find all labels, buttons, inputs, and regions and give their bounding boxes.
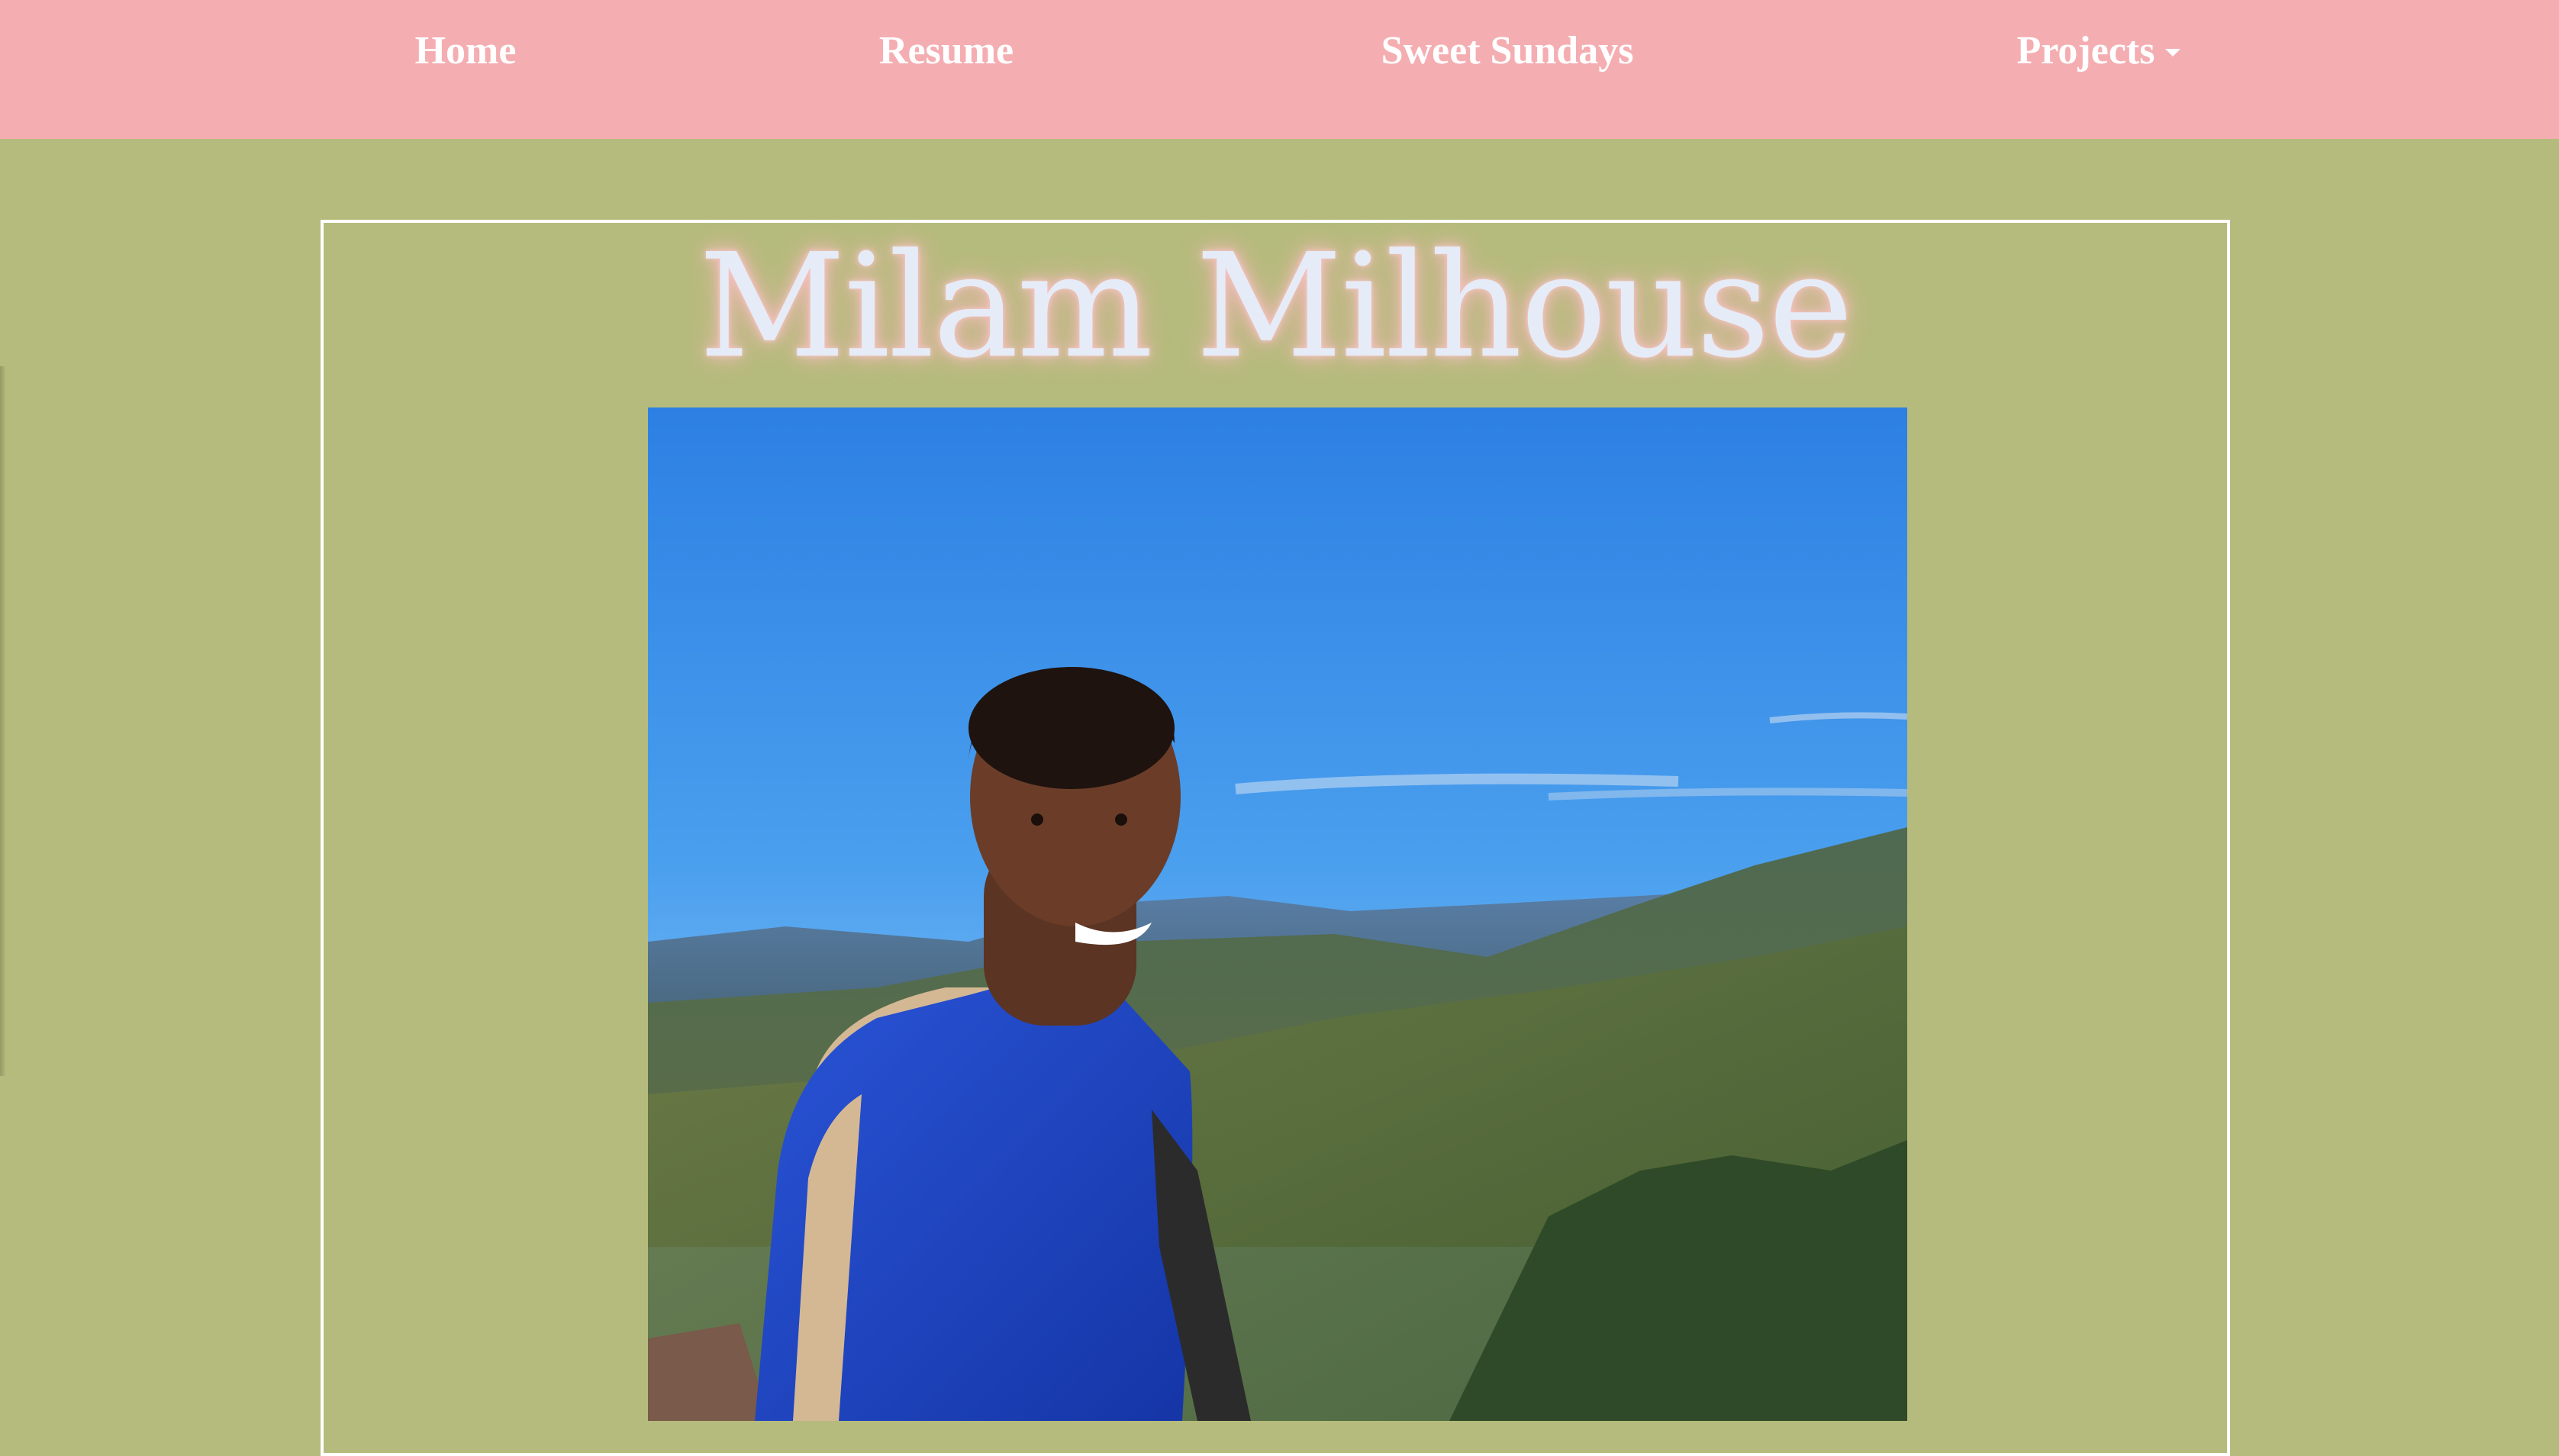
nav-projects-label: Projects bbox=[2016, 28, 2155, 72]
nav-home-label: Home bbox=[414, 28, 517, 72]
nav-home-link[interactable]: Home bbox=[351, 21, 580, 79]
portrait-photo bbox=[648, 407, 1907, 1421]
top-navbar: Home Resume Sweet Sundays Projects bbox=[0, 0, 2559, 139]
caret-down-icon bbox=[2165, 49, 2181, 56]
nav-projects-dropdown[interactable]: Projects bbox=[1969, 21, 2229, 79]
page-title: Milam Milhouse bbox=[698, 223, 1854, 390]
nav-resume-link[interactable]: Resume bbox=[832, 21, 1061, 79]
nav-sweet-sundays-label: Sweet Sundays bbox=[1381, 28, 1634, 72]
nav-sweet-sundays-link[interactable]: Sweet Sundays bbox=[1336, 21, 1679, 79]
left-edge-shadow bbox=[0, 366, 6, 1076]
nav-resume-label: Resume bbox=[878, 28, 1014, 72]
